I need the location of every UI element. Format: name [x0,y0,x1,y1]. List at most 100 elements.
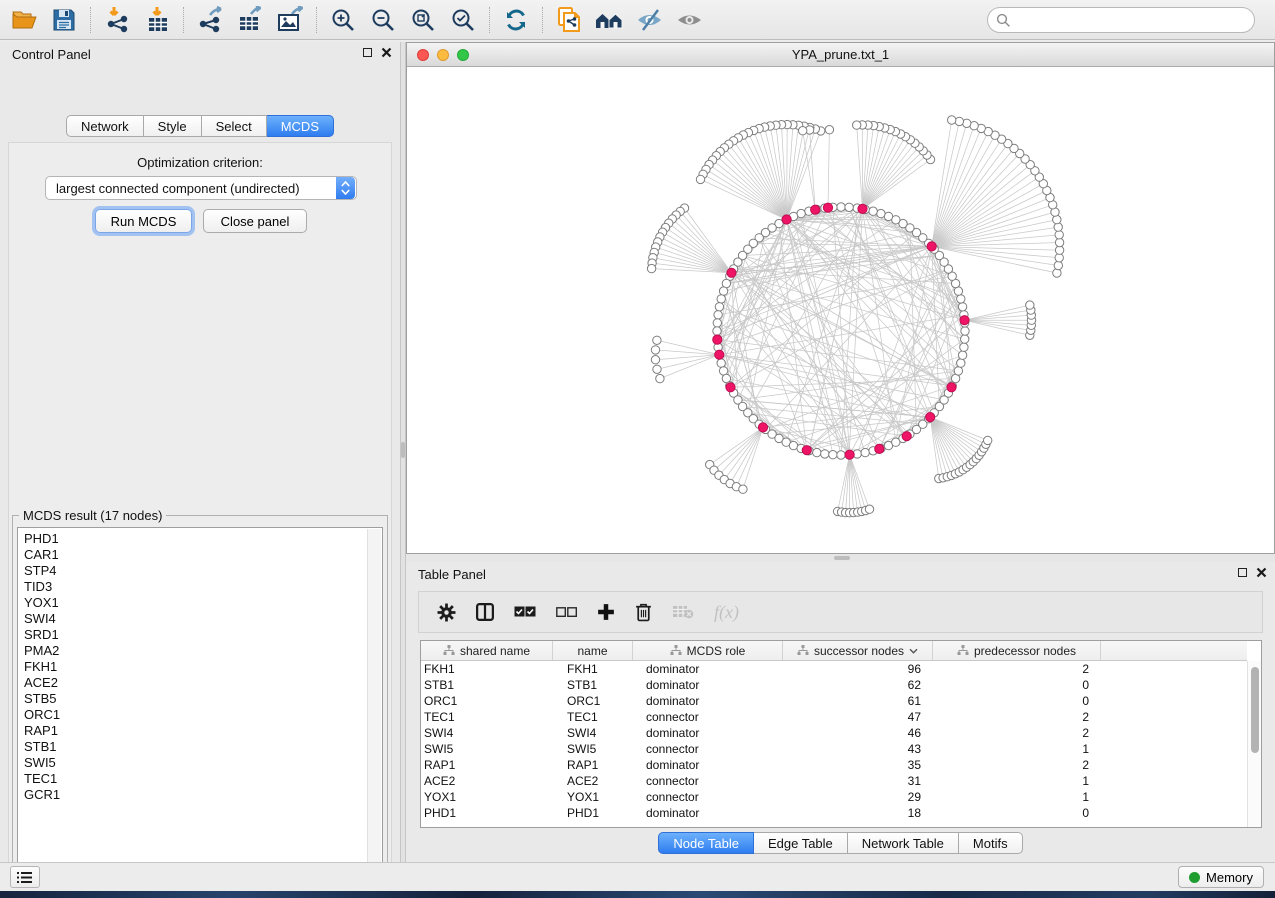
mcds-result-item[interactable]: YOX1 [24,595,360,611]
mcds-result-item[interactable]: SWI4 [24,611,360,627]
splitter-grip[interactable] [401,442,405,458]
export-network-button[interactable] [190,3,230,37]
column-header-predecessor-nodes[interactable]: predecessor nodes [933,641,1101,660]
table-row[interactable]: FKH1FKH1dominator962 [421,661,1247,677]
table-scrollbar-thumb[interactable] [1251,667,1259,753]
first-neighbors-button[interactable] [589,3,629,37]
clone-network-button[interactable] [549,3,589,37]
zoom-out-button[interactable] [363,3,403,37]
mcds-result-item[interactable]: SWI5 [24,755,360,771]
search-input[interactable] [1017,10,1254,30]
table-row[interactable]: STB1STB1dominator620 [421,677,1247,693]
delete-column-trash-icon[interactable] [635,603,652,622]
zoom-fit-button[interactable] [403,3,443,37]
tab-mcds[interactable]: MCDS [267,115,334,137]
mcds-result-item[interactable]: TID3 [24,579,360,595]
close-panel-button[interactable]: Close panel [203,209,307,233]
mcds-result-item[interactable]: FKH1 [24,659,360,675]
mcds-result-item[interactable]: SRD1 [24,627,360,643]
cell-name: SWI4 [553,726,633,740]
mcds-result-item[interactable]: PHD1 [24,531,360,547]
create-column-plus-icon[interactable] [597,603,615,621]
open-file-button[interactable] [4,3,44,37]
table-row[interactable]: YOX1YOX1connector291 [421,789,1247,805]
hide-selected-button[interactable] [629,3,669,37]
tab-network-table[interactable]: Network Table [848,832,959,854]
deselect-all-rows-icon[interactable] [556,607,577,618]
mcds-list-scrollbar[interactable] [367,529,381,871]
desktop-wallpaper-strip [0,891,1275,898]
close-panel-icon[interactable] [1256,567,1267,578]
table-row[interactable]: SWI5SWI5connector431 [421,741,1247,757]
column-type-icon [670,645,682,656]
export-image-button[interactable] [270,3,310,37]
horizontal-splitter[interactable] [406,554,1275,562]
mcds-result-item[interactable]: RAP1 [24,723,360,739]
refresh-icon [503,7,529,33]
import-table-button[interactable] [137,3,177,37]
tab-select[interactable]: Select [202,115,267,137]
mcds-result-item[interactable]: STB1 [24,739,360,755]
tab-network[interactable]: Network [66,115,144,137]
cell-shared-name: TEC1 [421,710,553,724]
export-table-button[interactable] [230,3,270,37]
cell-successor-nodes: 96 [783,662,933,676]
criterion-select[interactable]: largest connected component (undirected) [45,176,357,200]
cell-MCDS-role: dominator [633,694,783,708]
network-graph[interactable] [407,67,1274,553]
optimization-criterion-label: Optimization criterion: [0,155,400,170]
column-header-name[interactable]: name [553,641,633,660]
column-header-MCDS-role[interactable]: MCDS role [633,641,783,660]
memory-status-button[interactable]: Memory [1178,866,1264,888]
tab-motifs[interactable]: Motifs [959,832,1023,854]
zoom-selected-button[interactable] [443,3,483,37]
mcds-result-item[interactable]: CAR1 [24,547,360,563]
sort-descending-icon[interactable] [909,648,918,654]
tab-edge-table[interactable]: Edge Table [754,832,848,854]
table-row[interactable]: PHD1PHD1dominator180 [421,805,1247,821]
select-all-rows-icon[interactable] [514,606,536,618]
network-view-window: YPA_prune.txt_1 [406,42,1275,554]
table-row[interactable]: TEC1TEC1connector472 [421,709,1247,725]
show-columns-icon[interactable] [476,603,494,621]
mcds-result-item[interactable]: STP4 [24,563,360,579]
mcds-result-item[interactable]: ORC1 [24,707,360,723]
splitter-grip[interactable] [834,556,850,560]
node-table-header: shared namenameMCDS rolesuccessor nodes p… [421,641,1247,661]
criterion-selected-value: largest connected component (undirected) [46,181,336,196]
run-mcds-button[interactable]: Run MCDS [95,209,192,233]
cell-successor-nodes: 29 [783,790,933,804]
mcds-result-item[interactable]: TEC1 [24,771,360,787]
apply-layout-button[interactable] [496,3,536,37]
column-header-label: predecessor nodes [974,644,1076,658]
close-panel-icon[interactable] [381,47,392,58]
cell-MCDS-role: dominator [633,758,783,772]
import-network-icon [104,6,131,33]
float-window-icon[interactable] [1238,568,1247,577]
network-canvas[interactable] [407,67,1274,553]
table-row[interactable]: SWI4SWI4dominator462 [421,725,1247,741]
table-row[interactable]: ORC1ORC1dominator610 [421,693,1247,709]
mcds-result-item[interactable]: GCR1 [24,787,360,803]
cell-name: PHD1 [553,806,633,820]
tab-node-table[interactable]: Node Table [658,832,754,854]
zoom-selected-icon [450,7,476,33]
table-settings-gear-icon[interactable] [437,603,456,622]
show-all-button[interactable] [669,3,709,37]
float-window-icon[interactable] [363,48,372,57]
table-row[interactable]: ACE2ACE2connector311 [421,773,1247,789]
mcds-result-item[interactable]: ACE2 [24,675,360,691]
show-panels-list-button[interactable] [10,866,40,888]
import-network-button[interactable] [97,3,137,37]
column-header-shared-name[interactable]: shared name [421,641,553,660]
mcds-result-item[interactable]: PMA2 [24,643,360,659]
table-row[interactable]: RAP1RAP1dominator352 [421,757,1247,773]
cell-predecessor-nodes: 2 [933,710,1101,724]
mcds-result-item[interactable]: STB5 [24,691,360,707]
tab-style[interactable]: Style [144,115,202,137]
zoom-in-button[interactable] [323,3,363,37]
save-session-button[interactable] [44,3,84,37]
table-scrollbar[interactable] [1247,661,1261,827]
network-view-titlebar[interactable]: YPA_prune.txt_1 [407,43,1274,67]
column-header-successor-nodes[interactable]: successor nodes [783,641,933,660]
